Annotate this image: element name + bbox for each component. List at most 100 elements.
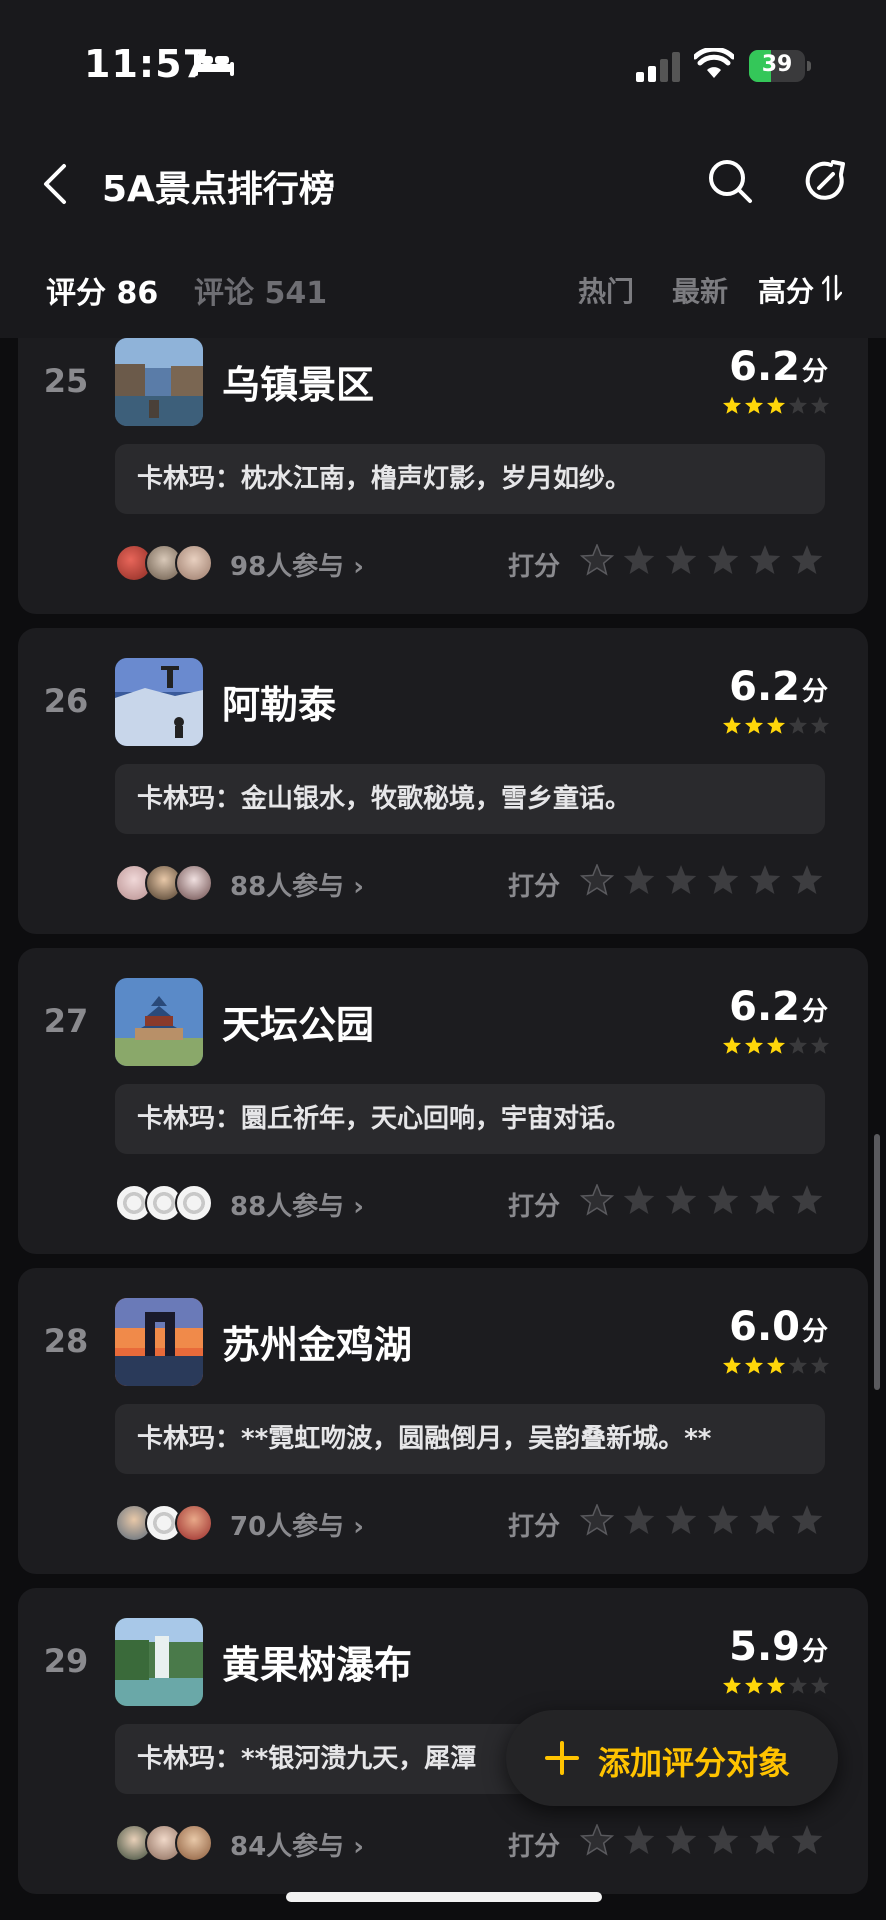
status-bar: 11:57 39 bbox=[0, 0, 886, 130]
score-value: 6.2 bbox=[729, 344, 800, 390]
app-header: 5A景点排行榜 评分 86 评论 541 热门 最新 高分 bbox=[0, 130, 886, 338]
participant-avatars[interactable] bbox=[115, 544, 215, 582]
participants-link[interactable]: 98人参与 › bbox=[230, 546, 364, 583]
star-icon bbox=[788, 396, 808, 414]
rate-stars[interactable] bbox=[580, 1504, 830, 1538]
rate-star-icon[interactable] bbox=[791, 865, 823, 894]
battery-percent: 39 bbox=[761, 52, 793, 77]
participant-avatars[interactable] bbox=[115, 864, 215, 902]
rate-star-icon[interactable] bbox=[707, 1825, 739, 1854]
star-icon bbox=[744, 396, 764, 414]
comment-bubble[interactable]: 卡林玛：圜丘祈年，天心回响，宇宙对话。 bbox=[115, 1084, 825, 1154]
tab-score[interactable]: 评分 86 bbox=[46, 268, 158, 312]
rate-star-icon[interactable] bbox=[665, 1185, 697, 1214]
sort-order-icon[interactable] bbox=[822, 274, 842, 302]
rate-star-icon[interactable] bbox=[580, 1824, 615, 1856]
chevron-right-icon: › bbox=[353, 1512, 364, 1542]
rate-stars[interactable] bbox=[580, 1824, 830, 1858]
rate-star-icon[interactable] bbox=[580, 864, 615, 896]
rate-star-icon[interactable] bbox=[580, 1184, 615, 1216]
rate-star-icon[interactable] bbox=[707, 1185, 739, 1214]
rank-number: 26 bbox=[43, 682, 89, 720]
cellular-signal-icon bbox=[636, 52, 680, 82]
avatar bbox=[175, 1504, 213, 1542]
score-unit: 分 bbox=[801, 1637, 828, 1667]
comment-bubble[interactable]: 卡林玛：枕水江南，橹声灯影，岁月如纱。 bbox=[115, 444, 825, 514]
star-icon bbox=[722, 716, 742, 734]
rate-stars[interactable] bbox=[580, 864, 830, 898]
rate-star-icon[interactable] bbox=[665, 865, 697, 894]
scrollbar[interactable] bbox=[874, 1134, 880, 1390]
star-icon bbox=[788, 1676, 808, 1694]
rate-star-icon[interactable] bbox=[707, 1505, 739, 1534]
attraction-name: 阿勒泰 bbox=[222, 683, 337, 727]
comment-bubble[interactable]: 卡林玛：**霓虹吻波，圆融倒月，吴韵叠新城。** bbox=[115, 1404, 825, 1474]
star-icon bbox=[766, 1676, 786, 1694]
rate-star-icon[interactable] bbox=[791, 1185, 823, 1214]
star-icon bbox=[810, 1036, 830, 1054]
rate-star-icon[interactable] bbox=[749, 865, 781, 894]
sleep-focus-icon bbox=[194, 52, 234, 76]
rate-star-icon[interactable] bbox=[623, 545, 655, 574]
rate-star-icon[interactable] bbox=[707, 545, 739, 574]
rate-label: 打分 bbox=[508, 1192, 561, 1222]
rate-stars[interactable] bbox=[580, 544, 830, 578]
list-item[interactable]: 27 天坛公园 6.2分 卡林玛：圜丘祈年，天心回响，宇宙对话。 88人参与 ›… bbox=[18, 948, 868, 1254]
score-value: 6.2 bbox=[729, 664, 800, 710]
attraction-thumbnail bbox=[115, 1298, 203, 1386]
participants-count: 70人参与 bbox=[230, 1512, 345, 1542]
comment-bubble[interactable]: 卡林玛：金山银水，牧歌秘境，雪乡童话。 bbox=[115, 764, 825, 834]
score: 6.2分 bbox=[729, 984, 828, 1030]
rate-star-icon[interactable] bbox=[665, 545, 697, 574]
sort-hot[interactable]: 热门 bbox=[578, 270, 634, 310]
star-icon bbox=[788, 1036, 808, 1054]
score: 5.9分 bbox=[729, 1624, 828, 1670]
attraction-thumbnail bbox=[115, 978, 203, 1066]
score-unit: 分 bbox=[801, 997, 828, 1027]
rate-star-icon[interactable] bbox=[665, 1825, 697, 1854]
star-icon bbox=[766, 1356, 786, 1374]
participant-avatars[interactable] bbox=[115, 1184, 215, 1222]
add-rating-object-button[interactable]: 添加评分对象 bbox=[506, 1710, 838, 1806]
rate-star-icon[interactable] bbox=[707, 865, 739, 894]
rate-star-icon[interactable] bbox=[623, 1185, 655, 1214]
share-icon[interactable] bbox=[803, 158, 849, 204]
participants-count: 88人参与 bbox=[230, 872, 345, 902]
rate-star-icon[interactable] bbox=[749, 1825, 781, 1854]
list-item[interactable]: 28 苏州金鸡湖 6.0分 卡林玛：**霓虹吻波，圆融倒月，吴韵叠新城。** 7… bbox=[18, 1268, 868, 1574]
attraction-thumbnail bbox=[115, 1618, 203, 1706]
rate-star-icon[interactable] bbox=[623, 865, 655, 894]
sort-new[interactable]: 最新 bbox=[672, 270, 728, 310]
mini-star-rating bbox=[722, 396, 830, 414]
participants-link[interactable]: 70人参与 › bbox=[230, 1506, 364, 1543]
rate-star-icon[interactable] bbox=[623, 1825, 655, 1854]
star-icon bbox=[744, 1036, 764, 1054]
tab-comments[interactable]: 评论 541 bbox=[194, 268, 327, 312]
rate-star-icon[interactable] bbox=[749, 545, 781, 574]
participants-link[interactable]: 88人参与 › bbox=[230, 866, 364, 903]
sort-high-score[interactable]: 高分 bbox=[758, 270, 814, 310]
participants-link[interactable]: 84人参与 › bbox=[230, 1826, 364, 1863]
participant-avatars[interactable] bbox=[115, 1824, 215, 1862]
battery-indicator: 39 bbox=[749, 50, 811, 82]
rate-label: 打分 bbox=[508, 1512, 561, 1542]
list-item[interactable]: 26 阿勒泰 6.2分 卡林玛：金山银水，牧歌秘境，雪乡童话。 88人参与 › … bbox=[18, 628, 868, 934]
rate-star-icon[interactable] bbox=[580, 544, 615, 576]
rate-star-icon[interactable] bbox=[749, 1185, 781, 1214]
rate-star-icon[interactable] bbox=[791, 545, 823, 574]
back-icon[interactable] bbox=[38, 162, 72, 206]
participants-link[interactable]: 88人参与 › bbox=[230, 1186, 364, 1223]
rate-star-icon[interactable] bbox=[791, 1505, 823, 1534]
rate-stars[interactable] bbox=[580, 1184, 830, 1218]
list-item[interactable]: 25 乌镇景区 6.2分 卡林玛：枕水江南，橹声灯影，岁月如纱。 98人参与 ›… bbox=[18, 338, 868, 614]
rate-star-icon[interactable] bbox=[791, 1825, 823, 1854]
star-icon bbox=[722, 1036, 742, 1054]
rate-star-icon[interactable] bbox=[749, 1505, 781, 1534]
rate-star-icon[interactable] bbox=[623, 1505, 655, 1534]
participant-avatars[interactable] bbox=[115, 1504, 215, 1542]
search-icon[interactable] bbox=[707, 158, 753, 204]
rate-star-icon[interactable] bbox=[580, 1504, 615, 1536]
rank-number: 28 bbox=[43, 1322, 89, 1360]
rate-star-icon[interactable] bbox=[665, 1505, 697, 1534]
plus-icon bbox=[545, 1741, 579, 1775]
